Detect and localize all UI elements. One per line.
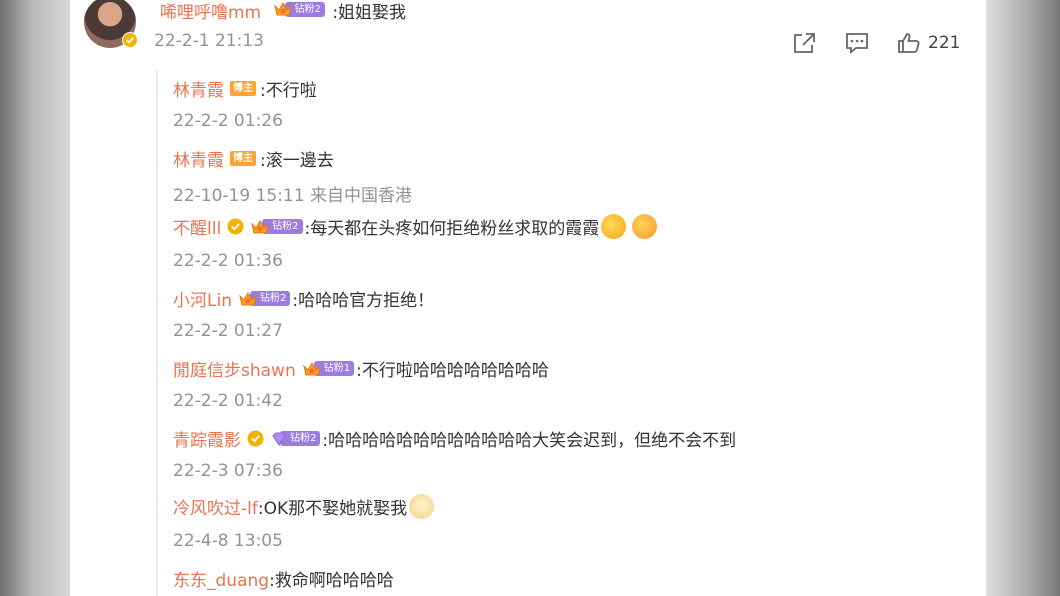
background-left xyxy=(0,0,70,596)
reply-text: :不行啦 xyxy=(260,81,317,101)
like-button[interactable] xyxy=(894,29,924,57)
love-face-emoji-icon xyxy=(601,214,627,239)
like-count: 221 xyxy=(928,33,961,53)
reply-text: :救命啊哈哈哈哈 xyxy=(269,571,394,591)
reply-item: 林青霞 博主 :不行啦 xyxy=(173,76,317,101)
shy-face-emoji-icon xyxy=(632,214,658,239)
background-right xyxy=(986,0,1060,596)
doge-emoji-icon xyxy=(409,494,435,519)
fan-badge[interactable]: 钻粉2 xyxy=(270,430,321,448)
fan-badge[interactable]: 钻粉2 xyxy=(273,0,325,18)
reply-time: 22-2-2 01:36 xyxy=(173,251,283,271)
reply-time: 22-2-3 07:36 xyxy=(173,461,283,481)
reply-item: 冷风吹过-lf :OK那不娶她就娶我 xyxy=(173,494,435,519)
reply-username[interactable]: 冷风吹过-lf xyxy=(173,494,258,519)
reply-text: :哈哈哈哈哈哈哈哈哈哈哈哈大笑会迟到，但绝不会不到 xyxy=(322,431,737,451)
reply-text: :不行啦哈哈哈哈哈哈哈哈 xyxy=(356,361,549,381)
reply-item: 小河Lin 钻粉2 :哈哈哈官方拒绝！ xyxy=(173,286,434,311)
like-icon xyxy=(898,33,920,53)
comment-card: 唏哩呼噜mm 钻粉2 :姐姐娶我 22-2-1 21:13 221 林青霞 博主… xyxy=(70,0,986,596)
reply-username[interactable]: 林青霞 xyxy=(173,76,224,101)
comment-icon xyxy=(846,33,868,54)
comment-time: 22-2-1 21:13 xyxy=(154,31,264,51)
reply-text: :滚一邊去 xyxy=(260,151,334,171)
reply-item: 閒庭信步shawn 钻粉1 :不行啦哈哈哈哈哈哈哈哈 xyxy=(173,356,549,381)
reply-item: 林青霞 博主 :滚一邊去 xyxy=(173,146,334,171)
verified-icon xyxy=(247,430,264,447)
verified-icon xyxy=(122,32,138,48)
reply-username[interactable]: 閒庭信步shawn xyxy=(173,356,296,381)
share-icon xyxy=(794,33,815,53)
share-button[interactable] xyxy=(790,29,820,57)
reply-list: 林青霞 博主 :不行啦 22-2-2 01:26 林青霞 博主 :滚一邊去 22… xyxy=(156,70,968,596)
fan-badge[interactable]: 钻粉2 xyxy=(250,218,303,236)
host-badge: 博主 xyxy=(230,151,256,166)
host-badge: 博主 xyxy=(230,81,256,96)
reply-username[interactable]: 小河Lin xyxy=(173,286,232,311)
reply-username[interactable]: 不醒lll xyxy=(173,214,221,239)
crown-icon xyxy=(239,291,257,305)
reply-item: 东东_duang :救命啊哈哈哈哈 xyxy=(173,566,394,591)
diamond-icon xyxy=(272,432,286,446)
reply-username[interactable]: 东东_duang xyxy=(173,566,269,591)
comment-button[interactable] xyxy=(842,29,872,57)
reply-time: 22-2-2 01:27 xyxy=(173,321,283,341)
reply-text: :OK那不娶她就娶我 xyxy=(257,499,408,519)
comment-username[interactable]: 唏哩呼噜mm xyxy=(160,3,261,23)
reply-time: 22-2-2 01:26 xyxy=(173,111,283,131)
reply-time: 22-10-19 15:11 来自中国香港 xyxy=(173,186,412,206)
fan-badge[interactable]: 钻粉1 xyxy=(302,360,355,378)
reply-time: 22-2-2 01:42 xyxy=(173,391,283,411)
reply-item: 不醒lll 钻粉2 :每天都在头疼如何拒绝粉丝求取的霞霞 xyxy=(173,214,658,239)
comment-text: :姐姐娶我 xyxy=(332,3,407,23)
reply-text: :哈哈哈官方拒绝！ xyxy=(292,291,435,311)
reply-text: :每天都在头疼如何拒绝粉丝求取的霞霞 xyxy=(304,219,600,239)
verified-icon xyxy=(227,218,244,235)
comment-header: 唏哩呼噜mm 钻粉2 :姐姐娶我 xyxy=(160,0,406,23)
reply-time: 22-4-8 13:05 xyxy=(173,531,283,551)
crown-icon xyxy=(273,1,292,16)
fan-badge[interactable]: 钻粉2 xyxy=(238,290,291,308)
avatar[interactable] xyxy=(84,0,138,48)
reply-item: 青踪霞影 钻粉2 :哈哈哈哈哈哈哈哈哈哈哈哈大笑会迟到，但绝不会不到 xyxy=(173,426,736,451)
comment-actions: 221 xyxy=(790,29,960,57)
reply-username[interactable]: 青踪霞影 xyxy=(173,426,241,451)
reply-username[interactable]: 林青霞 xyxy=(173,146,224,171)
crown-icon xyxy=(302,361,321,375)
crown-icon xyxy=(251,219,270,233)
